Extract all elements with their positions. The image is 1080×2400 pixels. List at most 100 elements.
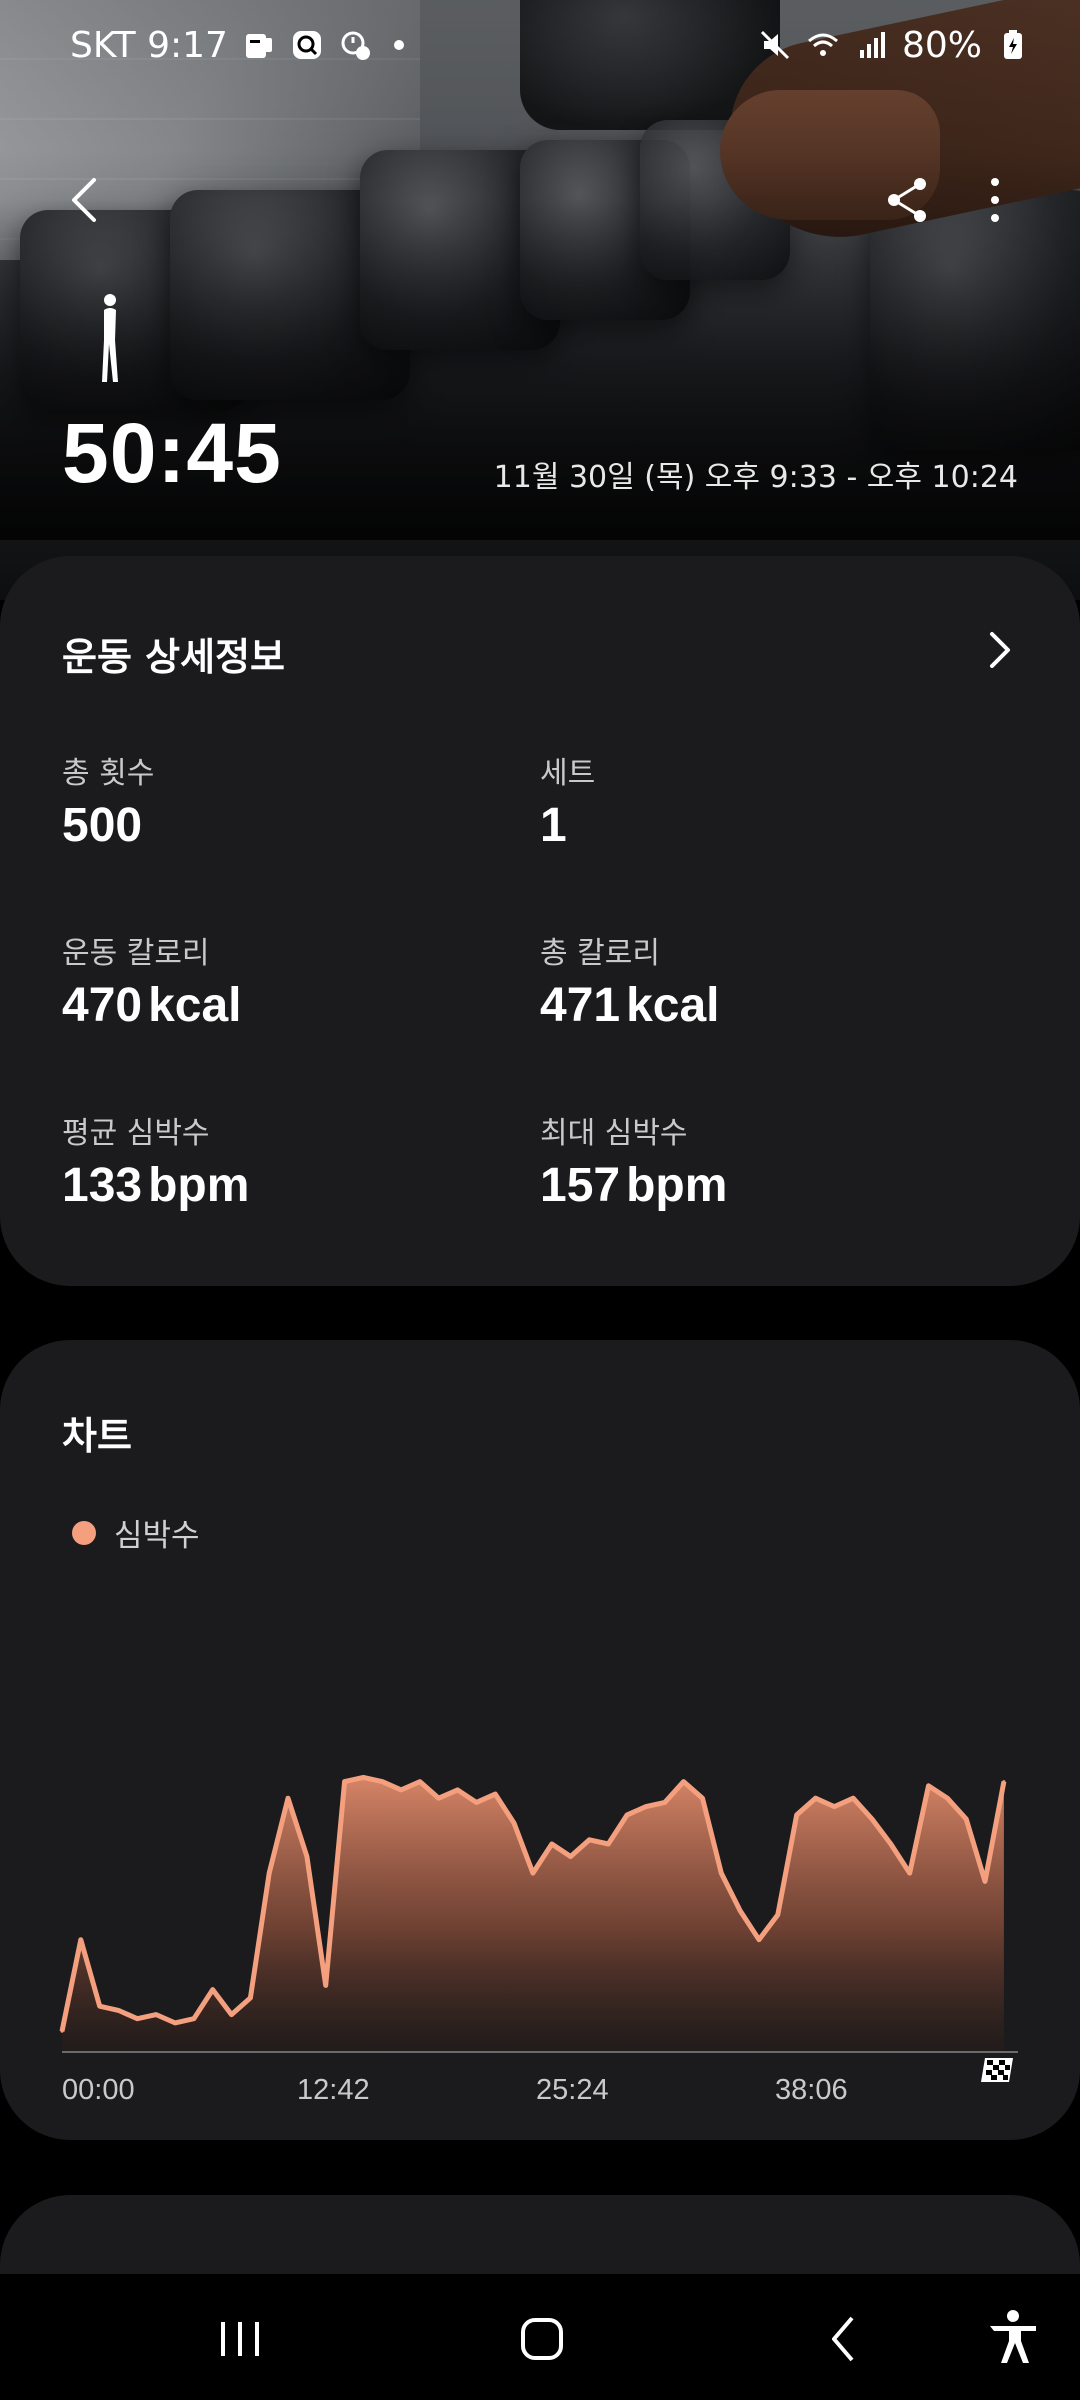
metric-max-heart-rate: 최대 심박수 157 bpm (540, 1108, 1000, 1213)
x-tick-label: 00:00 (62, 2074, 135, 2106)
heart-rate-point (192, 2017, 196, 2021)
workout-detail-screen: SKT 9:17 80% 50:45 11월 30일 (목) 오후 9:33 -… (0, 0, 1080, 2400)
finish-flag-icon (981, 2058, 1013, 2082)
heart-rate-point (851, 1796, 855, 1800)
heart-rate-point (625, 1813, 629, 1817)
heart-rate-point (927, 1784, 930, 1788)
workout-duration: 50:45 (62, 406, 282, 500)
heart-rate-point (437, 1796, 441, 1800)
metric-unit: bpm (626, 1159, 728, 1212)
heart-rate-point (983, 1879, 987, 1883)
metric-label: 총 칼로리 (540, 936, 660, 971)
heart-rate-point (644, 1805, 648, 1809)
heart-rate-point (135, 2017, 139, 2021)
notification-app-icon (245, 34, 272, 58)
heart-rate-area (62, 1777, 1004, 2052)
heart-rate-point (399, 1788, 403, 1792)
metric-sets: 세트 1 (540, 748, 1000, 853)
legend-label: 심박수 (114, 1518, 200, 1554)
notification-more-dot (393, 40, 404, 50)
heart-rate-point (474, 1800, 478, 1804)
heart-rate-point (361, 1775, 365, 1779)
heart-rate-point (795, 1813, 799, 1817)
heart-rate-point (267, 1871, 271, 1875)
metric-unit: kcal (148, 979, 242, 1032)
battery-percent: 80% (901, 24, 982, 66)
legend-dot (72, 1520, 96, 1545)
share-icon[interactable] (880, 172, 936, 228)
heart-rate-chart: 00:00 12:42 25:24 38:06 (59, 1774, 1018, 2106)
metric-label: 최대 심박수 (540, 1116, 688, 1151)
heart-rate-point (908, 1871, 912, 1875)
more-options-icon[interactable] (970, 172, 1020, 228)
battery-charging-icon (1004, 30, 1022, 59)
heart-rate-point (832, 1805, 836, 1809)
heart-rate-point (343, 1780, 347, 1784)
x-tick-label: 25:24 (536, 2074, 609, 2106)
heart-rate-point (418, 1780, 422, 1784)
metric-value: 500 (62, 799, 143, 852)
notification-search-icon (292, 31, 321, 59)
metric-total-calories: 총 칼로리 471 kcal (540, 928, 1000, 1033)
metric-value: 470 (62, 979, 143, 1032)
metric-label: 총 횟수 (62, 756, 155, 791)
chart-legend: 심박수 (72, 1510, 200, 1555)
heart-rate-point (493, 1792, 497, 1796)
heart-rate-point (324, 1983, 328, 1987)
notification-watch-icon (341, 31, 370, 60)
heart-rate-point (1002, 1780, 1006, 1784)
heart-rate-point (380, 1780, 384, 1784)
chart-card: 차트 심박수 00:00 12:42 25:24 38:06 (0, 1340, 1080, 2140)
heart-rate-point (512, 1821, 516, 1825)
heart-rate-point (79, 1938, 83, 1942)
heart-rate-point (248, 1996, 252, 2000)
wifi-icon (808, 33, 838, 56)
status-bar: SKT 9:17 80% (0, 0, 1080, 90)
x-tick-label: 38:06 (775, 2074, 848, 2106)
metric-workout-calories: 운동 칼로리 470 kcal (62, 928, 522, 1033)
heart-rate-point (682, 1780, 686, 1784)
metric-unit: bpm (148, 1159, 250, 1212)
home-icon[interactable] (507, 2304, 577, 2374)
recent-apps-icon[interactable] (205, 2304, 275, 2374)
metric-total-reps: 총 횟수 500 (62, 748, 522, 853)
heart-rate-point (870, 1817, 874, 1821)
heart-rate-point (889, 1842, 893, 1846)
heart-rate-point (606, 1842, 610, 1846)
heart-rate-point (587, 1838, 591, 1842)
metric-value: 471 (540, 979, 621, 1032)
heart-rate-point (117, 2008, 120, 2012)
heart-rate-point (211, 1988, 215, 1992)
heart-rate-point (701, 1796, 704, 1800)
heart-rate-point (814, 1796, 817, 1800)
status-carrier-time: SKT 9:17 (70, 24, 228, 66)
heart-rate-point (757, 1938, 761, 1942)
heart-rate-point (456, 1788, 460, 1792)
heart-rate-point (550, 1842, 554, 1846)
heart-rate-point (569, 1855, 573, 1858)
heart-rate-point (531, 1871, 535, 1875)
system-back-icon[interactable] (810, 2304, 880, 2374)
metric-label: 운동 칼로리 (62, 936, 210, 971)
metric-label: 평균 심박수 (62, 1116, 210, 1151)
heart-rate-point (286, 1796, 290, 1800)
heart-rate-point (230, 2013, 233, 2017)
workout-details-card[interactable]: 운동 상세정보 총 횟수 500 세트 1 운동 칼로리 470 kcal 총 칼… (0, 556, 1080, 1286)
metric-value: 1 (540, 799, 567, 852)
chart-title: 차트 (62, 1414, 132, 1458)
heart-rate-point (154, 2013, 158, 2017)
heart-rate-point (964, 1817, 968, 1821)
accessibility-icon[interactable] (978, 2304, 1048, 2374)
heart-rate-point (719, 1871, 723, 1875)
chevron-right-icon[interactable] (982, 628, 1018, 672)
heart-rate-point (945, 1796, 949, 1800)
heart-rate-point (738, 1909, 742, 1913)
workout-date-range: 11월 30일 (목) 오후 9:33 - 오후 10:24 (493, 460, 1018, 495)
system-navigation-bar (0, 2274, 1080, 2400)
back-arrow-icon[interactable] (58, 170, 118, 230)
signal-icon (859, 32, 885, 58)
heart-rate-point (776, 1913, 780, 1917)
metric-value: 157 (540, 1159, 621, 1212)
heart-rate-point (60, 2029, 64, 2033)
metric-unit: kcal (626, 979, 720, 1032)
